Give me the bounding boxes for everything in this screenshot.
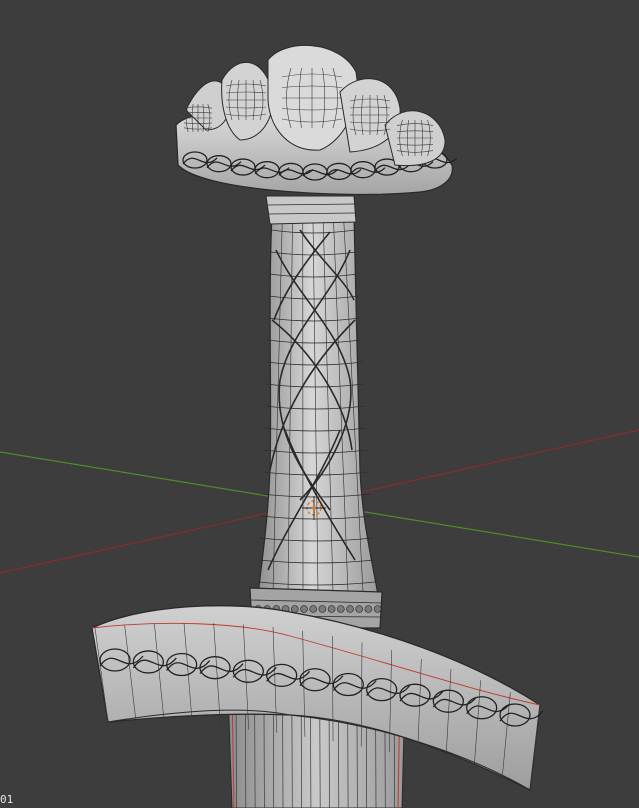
3d-viewport[interactable]: 01 [0,0,639,808]
grip-mesh[interactable] [257,214,379,596]
viewport-canvas[interactable] [0,0,639,808]
upper-collar [265,195,357,225]
frame-number-label: 01 [0,793,14,806]
pommel-mesh[interactable] [175,44,458,196]
